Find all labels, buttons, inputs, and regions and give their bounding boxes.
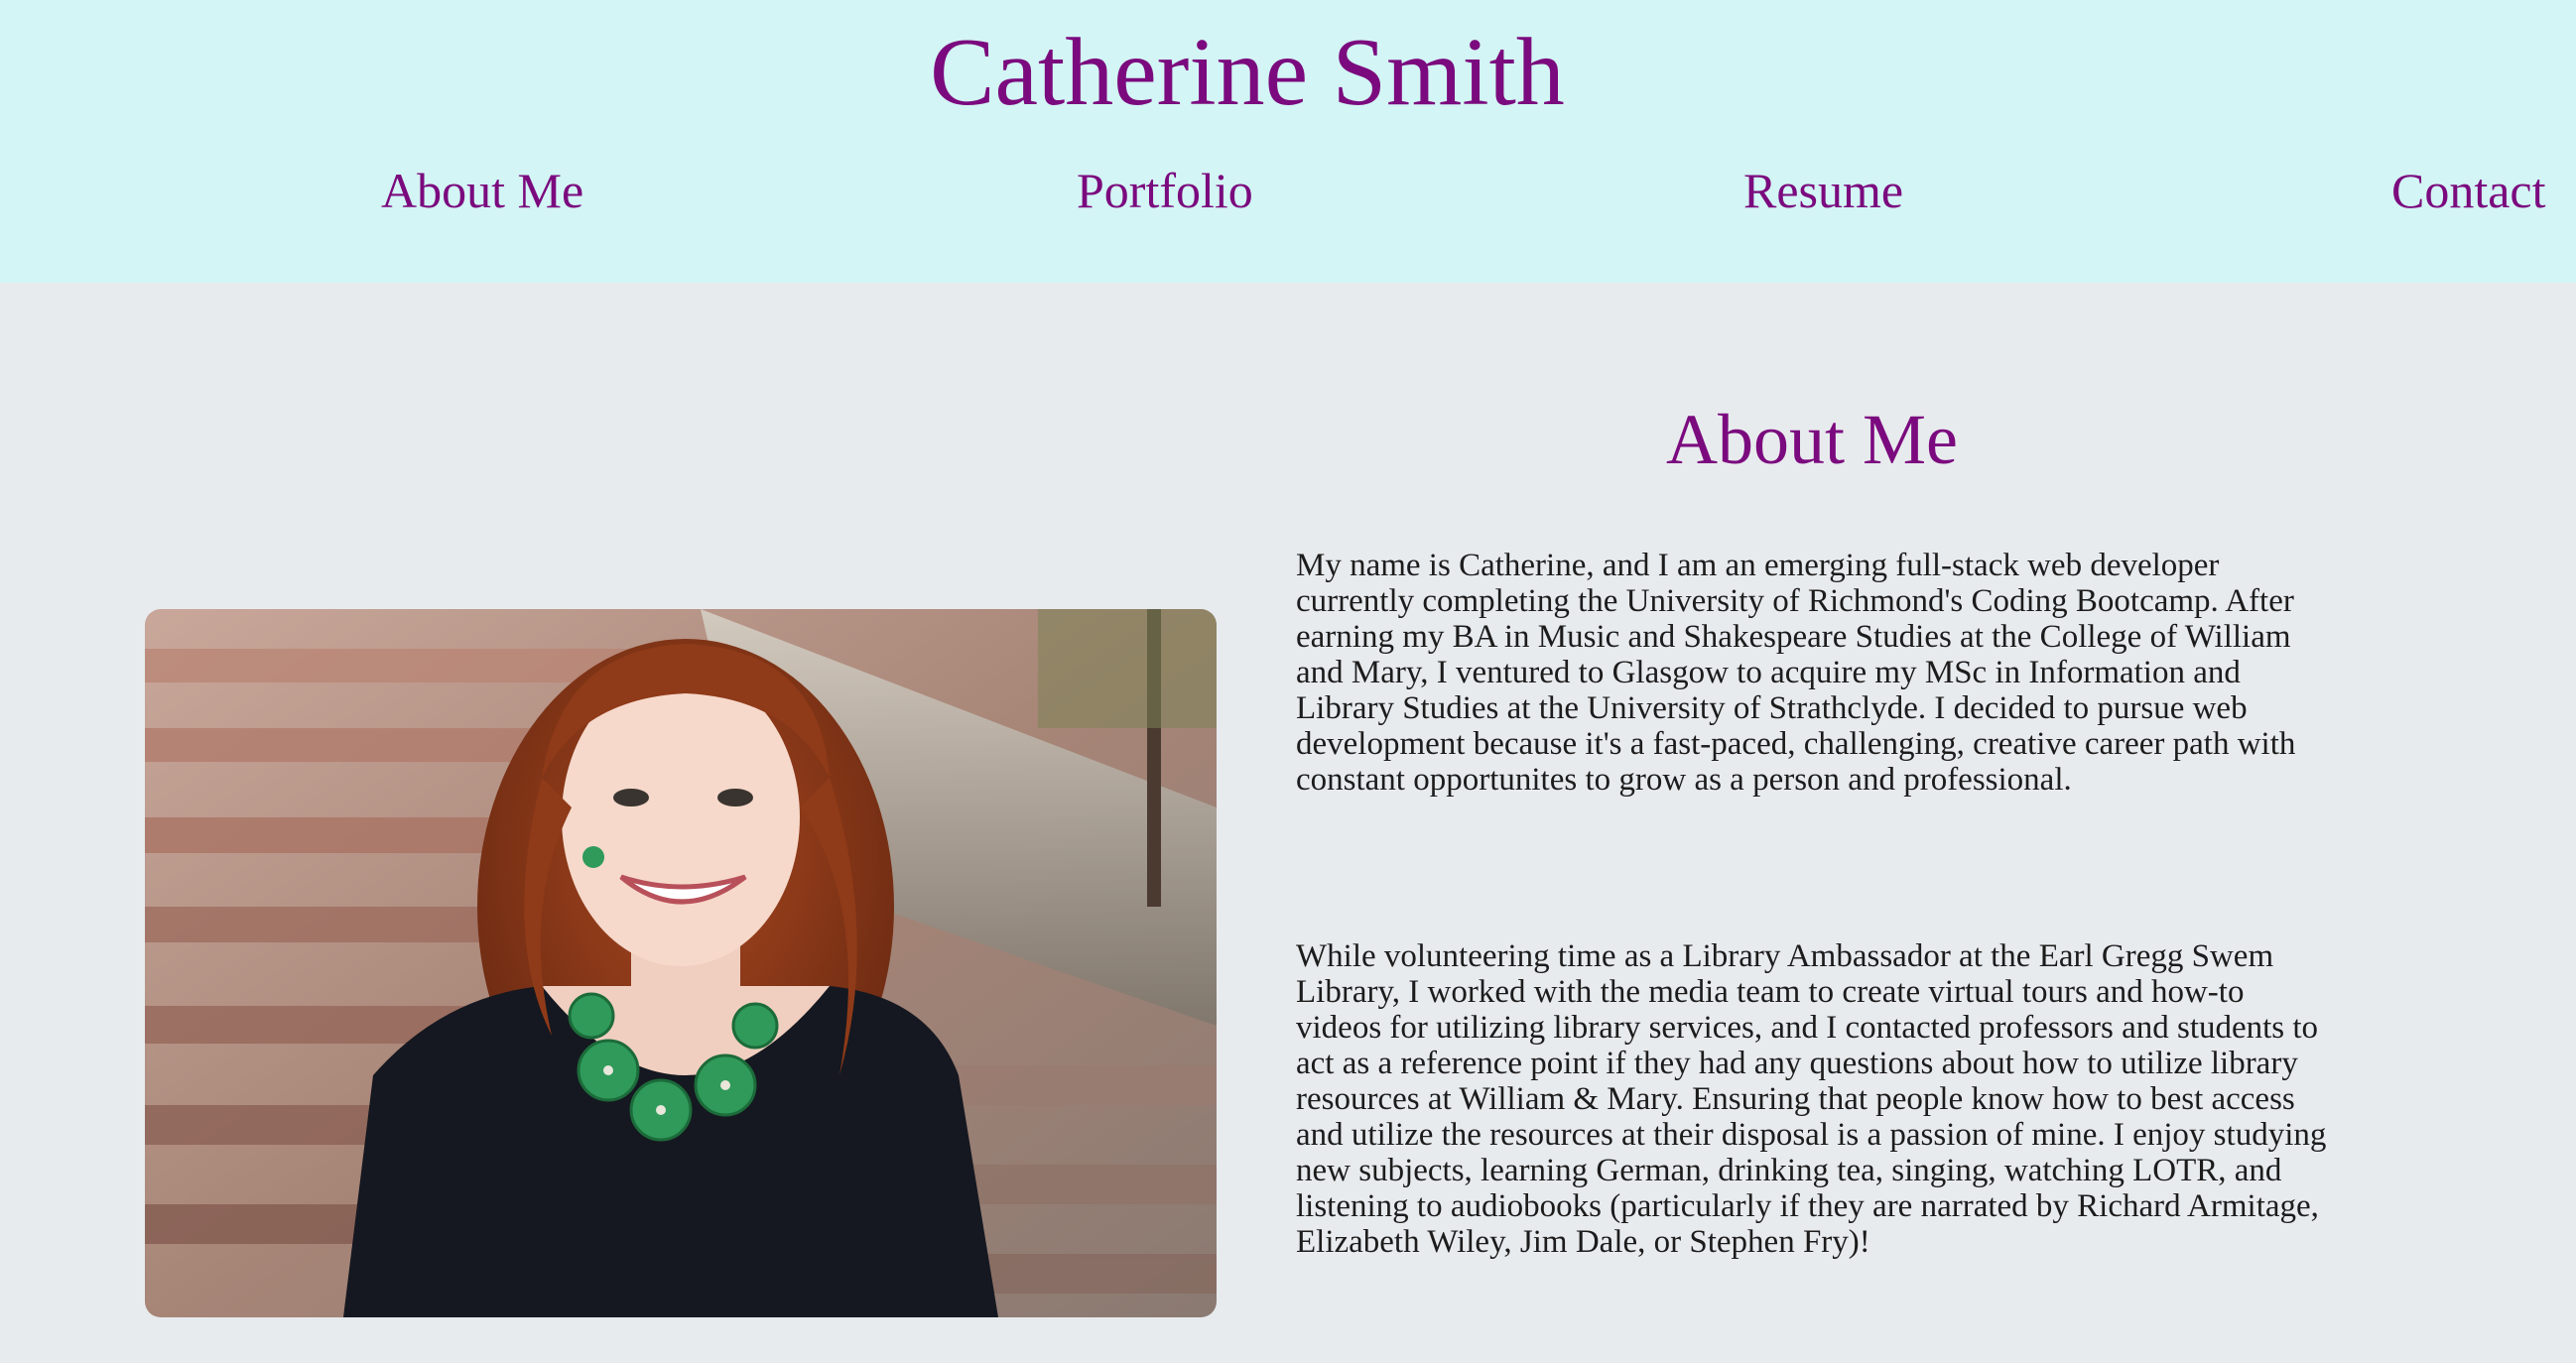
nav-portfolio[interactable]: Portfolio xyxy=(1077,161,1253,220)
about-heading: About Me xyxy=(1666,400,1958,479)
about-paragraph-1: My name is Catherine, and I am an emergi… xyxy=(1296,548,2296,798)
profile-photo xyxy=(145,609,1217,1317)
nav-about-me[interactable]: About Me xyxy=(381,161,583,220)
nav-resume[interactable]: Resume xyxy=(1743,161,1903,220)
site-header: Catherine Smith About Me Portfolio Resum… xyxy=(0,0,2576,283)
nav-contact[interactable]: Contact xyxy=(2391,161,2546,220)
about-paragraph-2: While volunteering time as a Library Amb… xyxy=(1296,938,2327,1260)
site-title: Catherine Smith xyxy=(930,19,1565,126)
